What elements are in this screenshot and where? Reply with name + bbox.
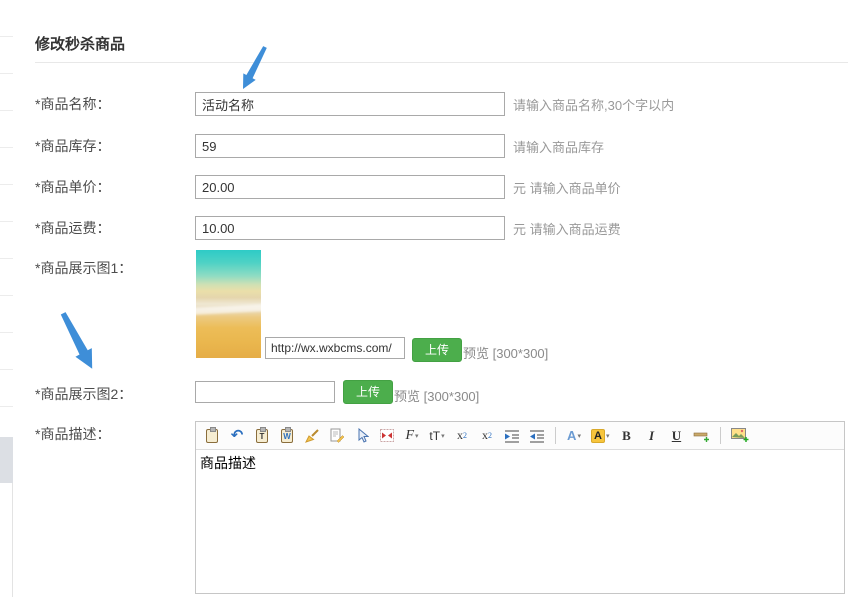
- underline-icon[interactable]: U: [668, 426, 684, 446]
- title-divider: [35, 62, 848, 63]
- display-image1-label: *商品展示图1：: [35, 258, 132, 278]
- font-color-icon[interactable]: A▾: [566, 426, 582, 446]
- product-stock-hint: 请输入商品库存: [513, 137, 604, 156]
- display-image1-thumbnail: [196, 250, 261, 358]
- font-family-icon[interactable]: F▾: [404, 426, 420, 446]
- row-product-price: *商品单价： 元 请输入商品单价: [35, 175, 848, 199]
- editor-content[interactable]: 商品描述: [196, 450, 844, 593]
- insert-image-icon[interactable]: [731, 426, 749, 446]
- page-title: 修改秒杀商品: [35, 33, 125, 54]
- display-image2-url-input[interactable]: [195, 381, 335, 403]
- select-all-icon[interactable]: [354, 426, 370, 446]
- product-stock-input[interactable]: [195, 134, 505, 158]
- toolbar-separator: [720, 427, 721, 444]
- sidebar-edge: [0, 0, 13, 597]
- insert-hr-icon[interactable]: [693, 426, 710, 446]
- fit-content-icon[interactable]: [379, 426, 395, 446]
- product-name-input[interactable]: [195, 92, 505, 116]
- quick-format-icon[interactable]: [329, 426, 345, 446]
- undo-icon[interactable]: ↶: [229, 426, 245, 446]
- editor-toolbar: ↶ T W F▾ tT▾ x2 x2: [196, 422, 844, 450]
- product-stock-label: *商品库存：: [35, 136, 195, 156]
- product-price-label: *商品单价：: [35, 177, 195, 197]
- annotation-arrow-2: [48, 308, 110, 374]
- sidebar-item-separators: [0, 0, 13, 437]
- product-description-label: *商品描述：: [35, 424, 110, 444]
- paste-as-text-icon[interactable]: T: [254, 426, 270, 446]
- product-shipping-label: *商品运费：: [35, 218, 195, 238]
- display-image2-upload-button[interactable]: 上传: [343, 380, 393, 404]
- toolbar-separator: [555, 427, 556, 444]
- row-product-shipping: *商品运费： 元 请输入商品运费: [35, 216, 848, 240]
- display-image1-upload-button[interactable]: 上传: [412, 338, 462, 362]
- row-product-name: *商品名称： 请输入商品名称,30个字以内: [35, 92, 848, 116]
- outdent-icon[interactable]: [529, 426, 545, 446]
- display-image2-label: *商品展示图2：: [35, 384, 132, 404]
- annotation-arrow-1: [233, 42, 273, 94]
- highlight-color-icon[interactable]: A▾: [591, 426, 609, 446]
- superscript-icon[interactable]: x2: [479, 426, 495, 446]
- rich-text-editor: ↶ T W F▾ tT▾ x2 x2: [195, 421, 845, 594]
- indent-icon[interactable]: [504, 426, 520, 446]
- sidebar-selected-item-edge: [0, 437, 13, 483]
- bold-icon[interactable]: B: [618, 426, 634, 446]
- product-shipping-input[interactable]: [195, 216, 505, 240]
- font-size-icon[interactable]: tT▾: [429, 426, 445, 446]
- subscript-icon[interactable]: x2: [454, 426, 470, 446]
- paste-icon[interactable]: [204, 426, 220, 446]
- product-name-label: *商品名称：: [35, 94, 195, 114]
- product-price-hint: 元 请输入商品单价: [513, 178, 621, 197]
- product-price-input[interactable]: [195, 175, 505, 199]
- paste-from-word-icon[interactable]: W: [279, 426, 295, 446]
- italic-icon[interactable]: I: [643, 426, 659, 446]
- product-shipping-hint: 元 请输入商品运费: [513, 219, 621, 238]
- product-name-hint: 请输入商品名称,30个字以内: [513, 95, 674, 114]
- display-image1-preview-link[interactable]: 预览 [300*300]: [463, 343, 548, 362]
- edit-seckill-product-page: 修改秒杀商品 *商品名称： 请输入商品名称,30个字以内 *商品库存： 请输入商…: [0, 0, 848, 597]
- display-image2-preview-link[interactable]: 预览 [300*300]: [394, 386, 479, 405]
- row-product-stock: *商品库存： 请输入商品库存: [35, 134, 848, 158]
- display-image1-url-input[interactable]: [265, 337, 405, 359]
- format-brush-icon[interactable]: [304, 426, 320, 446]
